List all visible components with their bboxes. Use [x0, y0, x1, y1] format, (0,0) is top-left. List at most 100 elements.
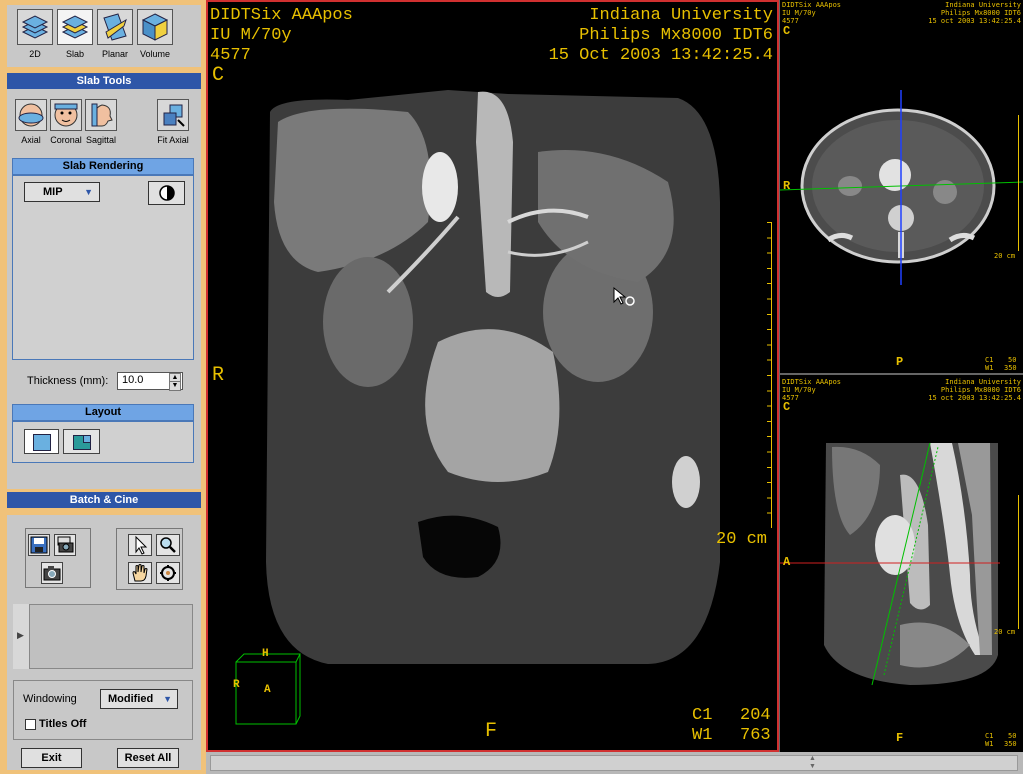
main-coronal-viewport[interactable]: DIDTSix AAApos IU M/70y 4577 Indiana Uni…	[206, 0, 779, 752]
stack-slab-icon	[61, 15, 89, 39]
slab-tools-header[interactable]: Slab Tools	[7, 73, 201, 89]
axial-datetime: 15 oct 2003 13:42:25.4	[928, 17, 1021, 25]
contrast-icon	[158, 185, 175, 201]
camera-icon	[43, 566, 61, 581]
datetime: 15 Oct 2003 13:42:25.4	[548, 46, 773, 65]
view-axial-button[interactable]	[15, 99, 47, 131]
batch-cine-header[interactable]: Batch & Cine	[7, 492, 201, 508]
mode-volume-button[interactable]	[137, 9, 173, 45]
magnifier-icon	[160, 537, 176, 553]
reset-all-button[interactable]: Reset All	[117, 748, 179, 768]
view-coronal-button[interactable]	[50, 99, 82, 131]
sagittal-w-value: 350	[1004, 740, 1017, 748]
axial-patient-name: DIDTSix AAApos	[782, 1, 842, 9]
stepper-down-icon[interactable]: ▼	[169, 381, 181, 391]
mode-planar-button[interactable]	[97, 9, 133, 45]
stack-2d-icon	[21, 15, 49, 39]
camera-stack-icon	[57, 536, 74, 553]
sagittal-scale-bar	[1018, 495, 1019, 629]
scroll-arrows-icon[interactable]: ▲ ▼	[809, 755, 816, 771]
thickness-value: 10.0	[122, 374, 144, 386]
windowing-value: Modified	[108, 693, 154, 705]
layout-single-button[interactable]	[24, 429, 59, 454]
axial-viewport[interactable]: DIDTSix AAApos IU M/70y 4577 Indiana Uni…	[779, 0, 1023, 375]
sagittal-orientation-bottom: F	[896, 731, 904, 745]
cube-label-h: H	[262, 648, 269, 660]
print-capture-button[interactable]	[54, 534, 76, 556]
pointer-tool-button[interactable]	[128, 534, 152, 556]
coronal-ct-image	[266, 90, 720, 664]
mode-slab-label: Slab	[65, 49, 84, 59]
axial-orientation-top: C	[783, 24, 791, 38]
axial-patient-info: IU M/70y	[782, 9, 816, 17]
hand-icon	[132, 564, 148, 582]
zoom-tool-button[interactable]	[156, 534, 180, 556]
axial-c-label: C1	[985, 356, 994, 364]
save-button[interactable]	[28, 534, 50, 556]
cine-play-button[interactable]: ▶	[13, 604, 30, 669]
layout-header: Layout	[12, 404, 194, 421]
view-sagittal-button[interactable]	[85, 99, 117, 131]
planar-icon	[103, 13, 127, 41]
rotate-icon	[160, 565, 176, 581]
slab-rendering-header: Slab Rendering	[12, 158, 194, 175]
sagittal-orientation-top: C	[783, 400, 791, 414]
play-triangle-icon: ▶	[17, 630, 24, 640]
fit-axial-icon	[163, 104, 185, 127]
rotate-tool-button[interactable]	[156, 562, 180, 584]
invert-toggle-button[interactable]	[148, 181, 185, 205]
axial-c-value: 50	[1008, 356, 1017, 364]
layout-triple-icon	[73, 435, 91, 450]
mode-planar-label: Planar	[101, 49, 128, 59]
pan-tool-button[interactable]	[128, 562, 152, 584]
sagittal-viewport[interactable]: DIDTSix AAApos IU M/70y 4577 Indiana Uni…	[779, 375, 1023, 752]
orientation-bottom: F	[485, 720, 498, 743]
sagittal-institution: Indiana University	[945, 378, 1021, 386]
cine-area	[13, 604, 193, 669]
sagittal-scanner: Philips Mx8000 IDT6	[940, 386, 1021, 394]
sagittal-patient-name: DIDTSix AAApos	[782, 378, 842, 386]
sagittal-c-value: 50	[1008, 732, 1017, 740]
sagittal-w-label: W1	[985, 740, 994, 748]
rendering-mode-value: MIP	[43, 186, 63, 198]
window-width-label: W1	[692, 726, 713, 745]
scale-label: 20 cm	[716, 530, 768, 549]
window-center-value: 204	[740, 706, 771, 725]
exit-button[interactable]: Exit	[21, 748, 82, 768]
cube-label-a: A	[264, 684, 271, 696]
titles-off-checkbox[interactable]	[25, 719, 36, 730]
horizontal-scrollbar[interactable]: ▲ ▼	[210, 755, 1018, 771]
axial-ct-image	[780, 90, 1023, 285]
mouse-cursor-icon	[613, 286, 635, 306]
layout-triple-button[interactable]	[63, 429, 100, 454]
mode-2d-button[interactable]	[17, 9, 53, 45]
thickness-stepper[interactable]: 10.0 ▲ ▼	[117, 372, 183, 391]
patient-name: DIDTSix AAApos	[210, 6, 353, 25]
chevron-down-icon: ▼	[84, 187, 93, 197]
axial-orientation-bottom: P	[896, 355, 904, 369]
sagittal-datetime: 15 oct 2003 13:42:25.4	[928, 394, 1021, 402]
scanner: Philips Mx8000 IDT6	[579, 26, 773, 45]
scale-ticks	[767, 222, 771, 528]
mode-toolbar: 2D Slab Planar Volume	[7, 5, 201, 67]
axial-scanner: Philips Mx8000 IDT6	[940, 9, 1021, 17]
chevron-down-icon: ▼	[163, 694, 172, 704]
snapshot-button[interactable]	[41, 562, 63, 584]
scale-bar	[771, 222, 772, 528]
window-width-value: 763	[740, 726, 771, 745]
windowing-dropdown[interactable]: Modified ▼	[100, 689, 178, 709]
volume-cube-icon	[141, 13, 169, 41]
fit-axial-button[interactable]	[157, 99, 189, 131]
layout-single-icon	[33, 434, 51, 451]
head-sagittal-icon	[91, 103, 113, 127]
institution: Indiana University	[589, 6, 773, 25]
mode-slab-button[interactable]	[57, 9, 93, 45]
window-center-label: C1	[692, 706, 713, 725]
mode-volume-label: Volume	[139, 49, 171, 59]
rendering-mode-dropdown[interactable]: MIP ▼	[24, 182, 100, 202]
arrow-pointer-icon	[135, 535, 148, 555]
windowing-label: Windowing	[23, 693, 77, 705]
patient-id: 4577	[210, 46, 251, 65]
titles-off-label: Titles Off	[39, 718, 87, 730]
cube-label-r: R	[233, 679, 240, 691]
